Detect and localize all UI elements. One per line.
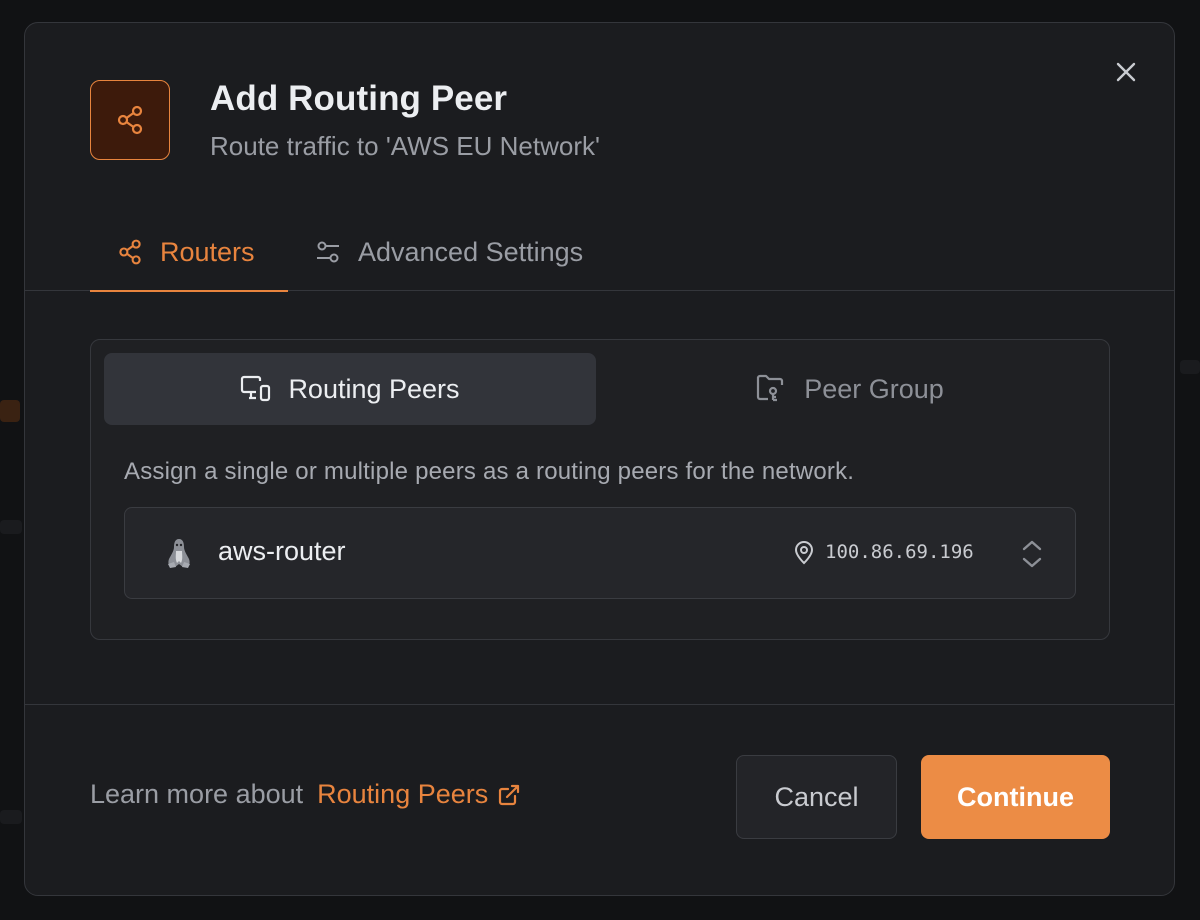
folder-group-icon	[756, 374, 788, 404]
tab-label: Advanced Settings	[358, 236, 584, 267]
learn-more: Learn more about Routing Peers	[90, 779, 520, 810]
backdrop-shape	[0, 810, 22, 824]
add-routing-peer-dialog: Add Routing Peer Route traffic to 'AWS E…	[24, 22, 1175, 896]
peer-select[interactable]: aws-router 100.86.69.196	[124, 507, 1076, 599]
map-pin-icon	[794, 541, 814, 565]
close-button[interactable]	[1113, 59, 1139, 85]
linux-icon	[168, 539, 190, 568]
peer-ip: 100.86.69.196	[825, 541, 974, 563]
chevron-up-down-icon	[1022, 540, 1042, 568]
dialog-subtitle: Route traffic to 'AWS EU Network'	[210, 131, 600, 161]
segment-label: Peer Group	[804, 373, 944, 404]
peer-name: aws-router	[218, 536, 346, 566]
panel-description: Assign a single or multiple peers as a r…	[124, 458, 855, 485]
routers-panel: Routing Peers Peer Group Assign a single…	[90, 339, 1110, 640]
tab-advanced-settings[interactable]: Advanced Settings	[314, 213, 583, 291]
segment-peer-group[interactable]: Peer Group	[604, 353, 1096, 425]
backdrop-shape	[1180, 360, 1200, 374]
peer-type-segment: Routing Peers Peer Group	[104, 353, 1097, 425]
share-icon	[116, 238, 144, 266]
learn-more-link[interactable]: Routing Peers	[317, 779, 520, 810]
backdrop-shape	[0, 520, 22, 534]
learn-more-link-label: Routing Peers	[317, 779, 489, 809]
tab-label: Routers	[160, 236, 255, 267]
segment-label: Routing Peers	[288, 373, 460, 404]
share-icon	[117, 105, 143, 135]
close-icon	[1116, 62, 1136, 82]
header-icon-box	[90, 80, 170, 160]
external-link-icon	[498, 784, 520, 806]
sliders-icon	[314, 238, 342, 266]
tab-routers[interactable]: Routers	[90, 213, 288, 292]
continue-button[interactable]: Continue	[921, 755, 1110, 839]
dialog-title: Add Routing Peer	[210, 79, 508, 118]
segment-routing-peers[interactable]: Routing Peers	[104, 353, 596, 425]
backdrop-shape	[0, 400, 20, 422]
learn-more-prefix: Learn more about	[90, 779, 304, 809]
dialog-footer: Learn more about Routing Peers Cancel Co…	[25, 704, 1174, 895]
devices-icon	[240, 375, 272, 403]
cancel-button[interactable]: Cancel	[736, 755, 897, 839]
tab-bar: Routers Advanced Settings	[25, 213, 1174, 292]
